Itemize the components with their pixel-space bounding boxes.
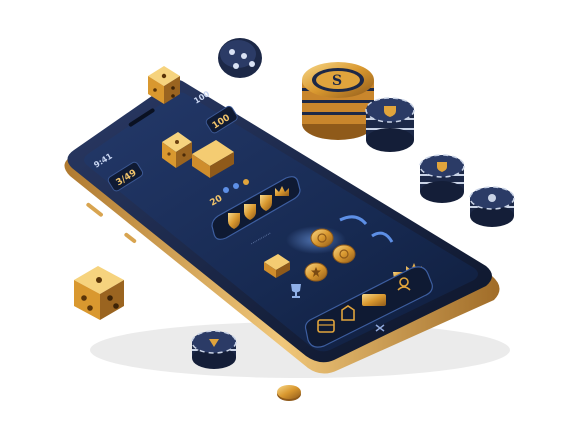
gold-coin-icon[interactable] xyxy=(310,228,334,248)
dice-icon xyxy=(74,266,124,320)
gold-coin-icon[interactable] xyxy=(332,244,356,264)
poker-chip-icon xyxy=(365,97,415,152)
poker-chip-icon xyxy=(191,330,237,369)
poker-chip-icon: S xyxy=(302,62,374,140)
gold-coin-icon xyxy=(277,385,301,401)
tab-home[interactable] xyxy=(362,294,386,306)
power-button xyxy=(124,232,137,243)
dice-icon xyxy=(218,38,262,78)
poker-chip-icon xyxy=(419,154,465,203)
poker-chip-icon xyxy=(469,186,515,227)
volume-button xyxy=(86,202,103,217)
chip-symbol: S xyxy=(332,73,342,89)
casino-phone-scene: 9:41 100 3/49 100 20 ············ S xyxy=(64,38,515,401)
star-coin-icon[interactable] xyxy=(304,262,328,282)
